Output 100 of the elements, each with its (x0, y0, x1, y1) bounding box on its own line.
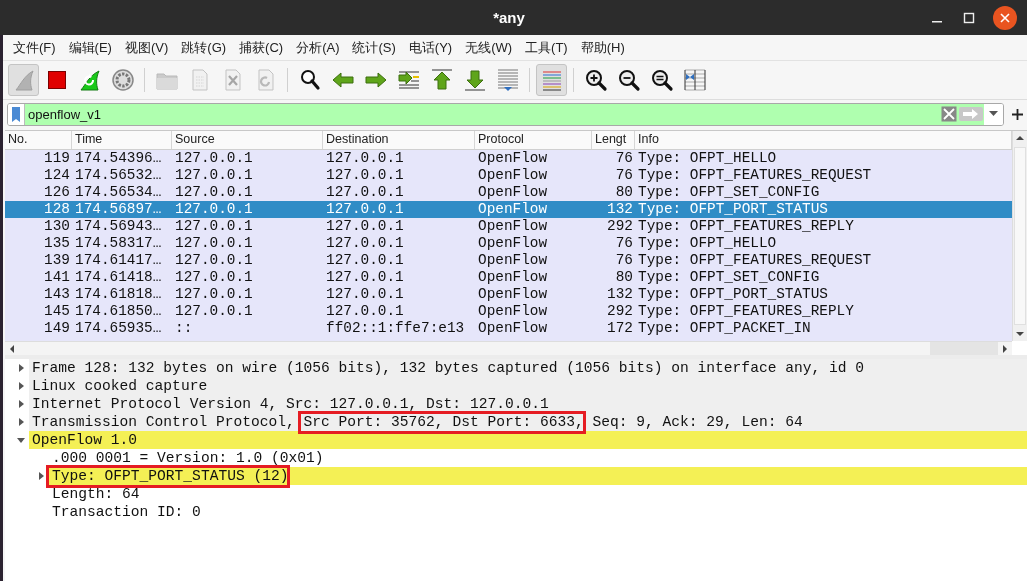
expand-arrow-icon[interactable] (17, 418, 25, 426)
table-cell-text: 127.0.0.1 (174, 286, 254, 303)
table-cell-text: 76 (614, 167, 634, 184)
table-cell-text: 127.0.0.1 (325, 218, 405, 235)
menu-item[interactable]: 捕获(C) (233, 36, 290, 59)
table-cell-text: 174.61417… (74, 252, 163, 269)
menu-item[interactable]: 无线(W) (459, 36, 519, 59)
table-cell-text: 145 (43, 303, 71, 320)
table-cell-text: 127.0.0.1 (325, 201, 405, 218)
table-cell-text: 174.58317… (74, 235, 163, 252)
table-cell-text: 124 (43, 167, 71, 184)
table-cell-text: 174.61850… (74, 303, 163, 320)
table-cell-text: 174.61418… (74, 269, 163, 286)
striped-lines-icon[interactable] (536, 64, 567, 96)
table-cell-text: 127.0.0.1 (325, 286, 405, 303)
table-cell-text: 127.0.0.1 (325, 269, 405, 286)
table-cell-text: 172 (606, 320, 634, 337)
menu-item[interactable]: 工具(T) (519, 36, 574, 59)
table-cell-text: 135 (43, 235, 71, 252)
menu-item[interactable]: 统计(S) (346, 36, 402, 59)
menu-item[interactable]: 分析(A) (290, 36, 346, 59)
table-cell-text: OpenFlow (477, 201, 549, 218)
column-header[interactable]: Destination (323, 131, 475, 149)
table-cell-text: 128 (43, 201, 71, 218)
table-cell-text: 127.0.0.1 (325, 235, 405, 252)
tree-item[interactable]: Internet Protocol Version 4, Src: 127.0.0.1, Dst: 127.0.0.1 (29, 395, 1027, 413)
table-cell-text: OpenFlow (477, 320, 549, 337)
table-cell-text: 174.65935… (74, 320, 163, 337)
tree-item[interactable]: Linux cooked capture (29, 377, 1027, 395)
column-header[interactable]: Protocol (475, 131, 592, 149)
table-cell-text: 127.0.0.1 (174, 252, 254, 269)
table-cell-text: 174.61818… (74, 286, 163, 303)
table-cell-text: 126 (43, 184, 71, 201)
table-cell-text: 130 (43, 218, 71, 235)
add-icon[interactable] (1012, 108, 1023, 120)
column-header[interactable]: Lengt (592, 131, 635, 149)
table-cell-text: 127.0.0.1 (174, 303, 254, 320)
menu-item[interactable]: 电话(Y) (402, 36, 459, 59)
table-cell-text: Type: OFPT_HELLO (637, 235, 778, 252)
table-cell-text: Type: OFPT_FEATURES_REPLY (637, 218, 855, 235)
table-cell-text: 174.56534… (74, 184, 163, 201)
table-cell-text: OpenFlow (477, 184, 549, 201)
table-cell-text: OpenFlow (477, 167, 549, 184)
bookmark-icon[interactable] (8, 103, 25, 125)
table-cell-text: 127.0.0.1 (325, 184, 405, 201)
table-cell-text: OpenFlow (477, 235, 549, 252)
tree-item[interactable]: Frame 128: 132 bytes on wire (1056 bits), 132 bytes captured (1056 bits) on interface any, id 0 (29, 359, 1027, 377)
expand-arrow-icon[interactable] (17, 364, 25, 372)
table-cell-text: 139 (43, 252, 71, 269)
table-cell-text: Type: OFPT_FEATURES_REPLY (637, 303, 855, 320)
table-cell-text: :: (174, 320, 194, 337)
table-cell-text: 127.0.0.1 (325, 303, 405, 320)
table-cell-text: 119 (43, 150, 71, 167)
menu-item[interactable]: 编辑(E) (62, 36, 118, 59)
menu-item[interactable]: 跳转(G) (175, 36, 233, 59)
filter-field[interactable]: openflow_v1 (25, 103, 940, 125)
tree-item[interactable]: Type: OFPT_PORT_STATUS (12) (49, 467, 1027, 485)
table-cell-text: Type: OFPT_FEATURES_REQUEST (637, 252, 873, 269)
table-cell-text: Type: OFPT_SET_CONFIG (637, 184, 821, 201)
table-cell-text: OpenFlow (477, 303, 549, 320)
menu-item[interactable]: 帮助(H) (574, 36, 631, 59)
table-cell-text: OpenFlow (477, 269, 549, 286)
collapse-arrow-icon[interactable] (17, 436, 25, 444)
packet-row[interactable]: 128 174.56897… 127.0.0.1 127.0.0.1 OpenFlow 132 Type: OFPT_PORT_STATUS (5, 201, 1012, 218)
table-cell-text: 127.0.0.1 (174, 167, 254, 184)
clear-icon[interactable] (940, 103, 958, 125)
table-cell-text: 127.0.0.1 (325, 252, 405, 269)
table-cell-text: 127.0.0.1 (174, 235, 254, 252)
scrollbar-thumb[interactable] (930, 342, 998, 356)
vertical-scrollbar[interactable] (1012, 131, 1027, 341)
menu-item[interactable]: 视图(V) (118, 36, 175, 59)
expand-arrow-icon[interactable] (37, 472, 45, 480)
expand-arrow-icon[interactable] (17, 382, 25, 390)
table-cell-text: 141 (43, 269, 71, 286)
table-cell-text: 143 (43, 286, 71, 303)
close-icon[interactable] (992, 4, 1018, 31)
table-cell-text: 149 (43, 320, 71, 337)
expand-arrow-icon[interactable] (17, 400, 25, 408)
table-cell-text: 80 (614, 269, 634, 286)
table-cell-text: Type: OFPT_PACKET_IN (637, 320, 812, 337)
table-cell-text: 132 (606, 201, 634, 218)
column-header[interactable]: No. (5, 131, 72, 149)
table-cell-text: OpenFlow (477, 218, 549, 235)
column-header[interactable]: Source (172, 131, 323, 149)
table-cell-text: 174.54396… (74, 150, 163, 167)
scrollbar-thumb[interactable] (1014, 147, 1026, 325)
table-cell-text: 127.0.0.1 (174, 269, 254, 286)
column-header[interactable]: Time (72, 131, 172, 149)
tree-item[interactable]: OpenFlow 1.0 (29, 431, 1027, 449)
table-cell-text: 127.0.0.1 (174, 150, 254, 167)
table-cell-text: Type: OFPT_FEATURES_REQUEST (637, 167, 873, 184)
table-cell-text: 80 (614, 184, 634, 201)
table-cell-text: 76 (614, 235, 634, 252)
table-cell-text: 174.56897… (74, 201, 163, 218)
table-cell-text: 127.0.0.1 (174, 201, 254, 218)
table-cell-text: 292 (606, 303, 634, 320)
table-cell-text: Type: OFPT_PORT_STATUS (637, 201, 829, 218)
menu-item[interactable]: 文件(F) (7, 36, 62, 59)
table-cell-text: 174.56532… (74, 167, 163, 184)
tree-item[interactable]: Transmission Control Protocol, Src Port: 35762, Dst Port: 6633, Seq: 9, Ack: 29, Len: 64 (29, 413, 1027, 431)
